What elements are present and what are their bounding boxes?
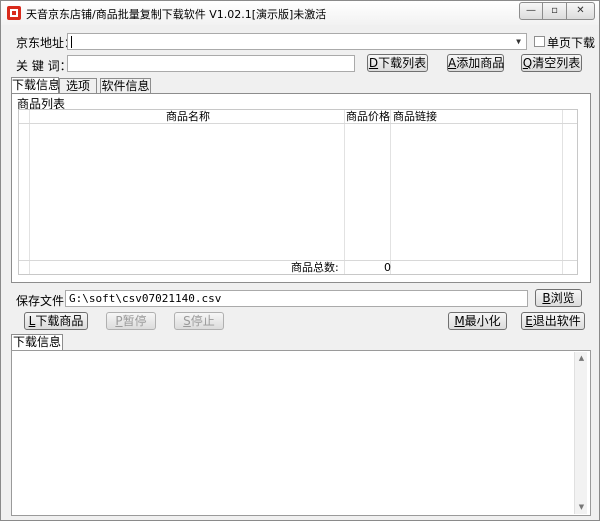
total-count-label: 商品总数:: [291, 261, 339, 274]
download-list-button[interactable]: D下载列表: [367, 54, 428, 72]
keyword-input[interactable]: [67, 55, 355, 72]
scroll-up-icon[interactable]: ▲: [575, 352, 588, 365]
single-page-checkbox[interactable]: [534, 36, 545, 47]
hotkey-d: D: [368, 56, 379, 70]
title-bar[interactable]: 天音京东店铺/商品批量复制下载软件 V1.02.1[演示版]未激活 — ▫ ✕: [1, 1, 599, 25]
row-indicator-divider: [29, 110, 30, 274]
minimize-app-label: 最小化: [464, 314, 501, 328]
hotkey-b: B: [542, 291, 551, 305]
exit-app-label: 退出软件: [532, 314, 581, 328]
close-icon: ✕: [576, 5, 585, 16]
single-page-label: 单页下载: [547, 36, 596, 50]
stop-label: 停止: [190, 314, 215, 328]
chevron-down-icon[interactable]: ▼: [512, 35, 525, 48]
stop-button[interactable]: S停止: [174, 312, 224, 330]
column-divider: [562, 110, 563, 274]
column-header-price[interactable]: 商品价格: [346, 110, 390, 123]
hotkey-m: M: [454, 314, 465, 328]
hotkey-s: S: [183, 314, 191, 328]
main-window: 天音京东店铺/商品批量复制下载软件 V1.02.1[演示版]未激活 — ▫ ✕ …: [0, 0, 600, 521]
tab-download-info[interactable]: 下载信息: [11, 77, 60, 94]
add-product-label: 添加商品: [456, 56, 505, 70]
download-products-button[interactable]: L下载商品: [24, 312, 88, 330]
hotkey-a: A: [448, 56, 457, 70]
log-scrollbar[interactable]: ▲ ▼: [574, 352, 587, 514]
minimize-window-button[interactable]: —: [519, 2, 543, 20]
save-path-input[interactable]: G:\soft\csv07021140.csv: [65, 290, 528, 307]
tab-software-info[interactable]: 软件信息: [100, 78, 151, 94]
window-title: 天音京东店铺/商品批量复制下载软件 V1.02.1[演示版]未激活: [26, 8, 327, 21]
keyword-label: 关 键 词：: [16, 59, 72, 73]
total-count-value: 0: [384, 261, 391, 274]
column-header-name[interactable]: 商品名称: [166, 110, 210, 123]
save-file-label: 保存文件:: [16, 294, 69, 308]
hotkey-e: E: [525, 314, 533, 328]
clear-list-button[interactable]: Q清空列表: [521, 54, 582, 72]
column-divider: [390, 110, 391, 274]
text-cursor: [71, 36, 72, 48]
url-combobox[interactable]: ▼: [67, 33, 527, 50]
table-footer: 商品总数: 0: [19, 260, 577, 274]
minimize-icon: —: [526, 5, 536, 16]
save-path-value: G:\soft\csv07021140.csv: [69, 292, 222, 305]
product-table[interactable]: 商品名称 商品价格 商品链接 商品总数: 0: [18, 109, 578, 275]
table-header: 商品名称 商品价格 商品链接: [19, 110, 577, 124]
download-info-panel: 商品列表 商品名称 商品价格 商品链接 商品总数: 0: [11, 93, 591, 283]
column-header-link[interactable]: 商品链接: [393, 110, 437, 123]
pause-label: 暂停: [122, 314, 147, 328]
pause-button[interactable]: P暂停: [106, 312, 156, 330]
scroll-down-icon[interactable]: ▼: [575, 501, 588, 514]
column-divider: [344, 110, 345, 274]
minimize-app-button[interactable]: M最小化: [448, 312, 507, 330]
hotkey-q: Q: [522, 56, 533, 70]
log-textarea[interactable]: ▲ ▼: [11, 350, 591, 516]
maximize-window-button[interactable]: ▫: [543, 2, 567, 20]
hotkey-p: P: [115, 314, 123, 328]
tab-options[interactable]: 选项: [59, 78, 97, 94]
exit-app-button[interactable]: E退出软件: [521, 312, 585, 330]
app-logo-icon: [7, 6, 21, 20]
maximize-icon: ▫: [551, 5, 558, 16]
download-products-label: 下载商品: [35, 314, 84, 328]
tab-log-download-info[interactable]: 下载信息: [11, 334, 63, 351]
add-product-button[interactable]: A添加商品: [447, 54, 504, 72]
download-list-label: 下载列表: [378, 56, 427, 70]
clear-list-label: 清空列表: [532, 56, 581, 70]
close-window-button[interactable]: ✕: [567, 2, 595, 20]
browse-button[interactable]: B浏览: [535, 289, 582, 307]
browse-label: 浏览: [550, 291, 575, 305]
